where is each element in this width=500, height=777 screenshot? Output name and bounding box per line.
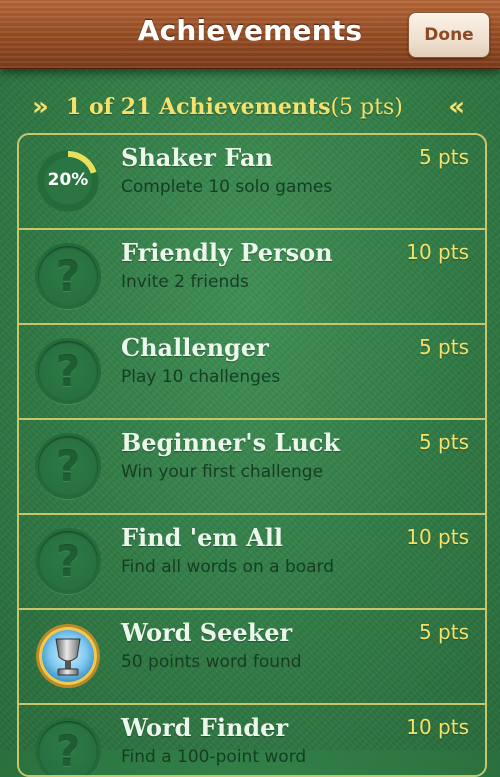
navigation-bar: Achievements Done [0,0,500,69]
achievement-title: Word Seeker [121,618,293,647]
achievement-description: Find all words on a board [121,557,335,577]
achievement-description: Find a 100-point word [121,747,307,767]
achievement-title: Friendly Person [121,238,333,267]
achievement-item[interactable]: ? Word Finder Find a 100-point word 10 p… [19,705,485,775]
double-chevron-right-icon: » [32,92,49,122]
achievement-description: Complete 10 solo games [121,177,333,197]
progress-ring-icon: 20% [35,148,101,214]
achievement-description: Play 10 challenges [121,367,281,387]
achievement-points: 5 pts [418,335,469,359]
summary-text: 1 of 21 Achievements(5 pts) [66,92,403,123]
achievement-points: 5 pts [418,145,469,169]
achievement-title: Shaker Fan [121,143,273,172]
achievements-list[interactable]: 20% Shaker Fan Complete 10 solo games 5 … [17,133,487,777]
question-mark-icon: ? [35,433,101,499]
achievement-description: Invite 2 friends [121,272,249,292]
double-chevron-left-icon: « [448,92,465,122]
achievement-item[interactable]: ? Find 'em All Find all words on a board… [19,515,485,610]
achievements-summary: » 1 of 21 Achievements(5 pts) « [0,88,500,128]
question-mark-icon: ? [35,718,101,775]
summary-count: 1 of 21 Achievements [66,94,331,120]
achievement-item[interactable]: ? Challenger Play 10 challenges 5 pts [19,325,485,420]
summary-points: (5 pts) [330,95,403,120]
progress-percent: 20% [47,170,89,190]
achievement-points: 10 pts [406,525,469,549]
achievement-item[interactable]: 20% Shaker Fan Complete 10 solo games 5 … [19,135,485,230]
achievement-points: 10 pts [406,240,469,264]
achievement-points: 10 pts [406,715,469,739]
achievement-item[interactable]: ? Beginner's Luck Win your first challen… [19,420,485,515]
achievement-title: Beginner's Luck [121,428,341,457]
question-mark-icon: ? [35,243,101,309]
achievement-item[interactable]: ? Friendly Person Invite 2 friends 10 pt… [19,230,485,325]
achievement-title: Word Finder [121,713,289,742]
achievement-item[interactable]: Word Seeker 50 points word found 5 pts [19,610,485,705]
question-mark-icon: ? [35,528,101,594]
achievement-points: 5 pts [418,430,469,454]
trophy-icon [35,623,101,689]
achievement-points: 5 pts [418,620,469,644]
achievement-description: 50 points word found [121,652,302,672]
achievement-title: Challenger [121,333,269,362]
achievement-title: Find 'em All [121,523,283,552]
done-button[interactable]: Done [408,12,490,58]
achievement-description: Win your first challenge [121,462,324,482]
question-mark-icon: ? [35,338,101,404]
